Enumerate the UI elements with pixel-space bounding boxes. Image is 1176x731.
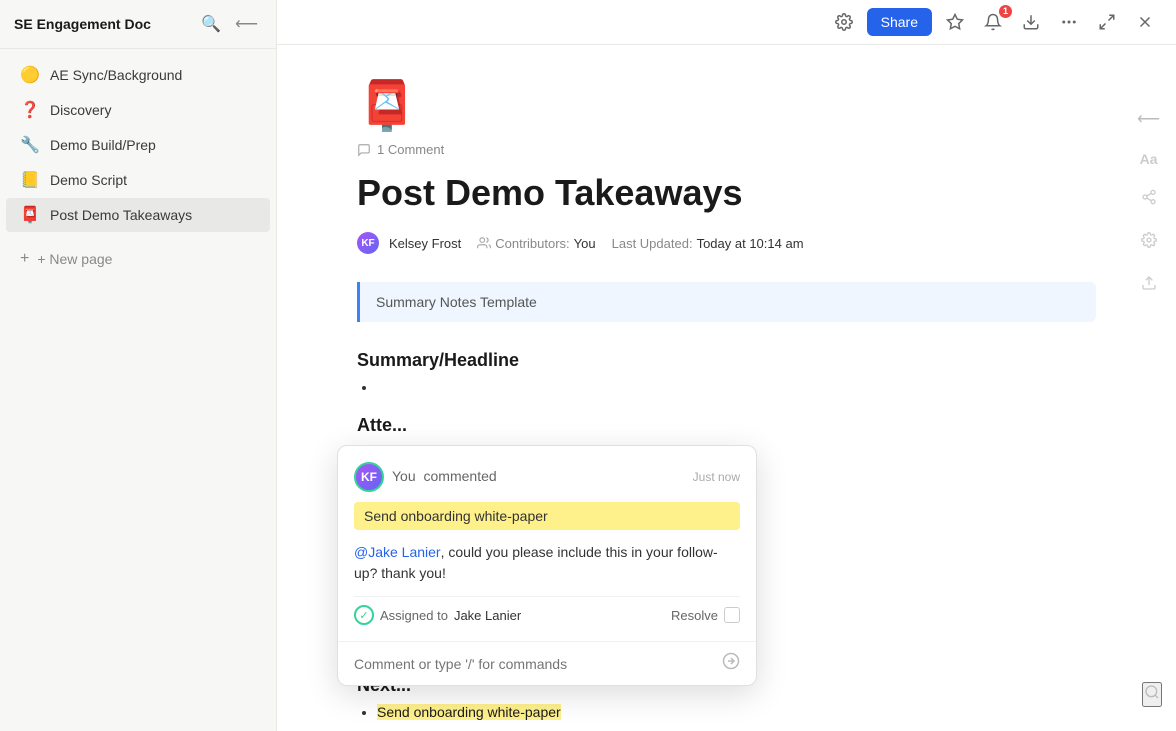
settings-right-button[interactable]	[1133, 228, 1164, 257]
assigned-label: Assigned to	[380, 608, 448, 623]
bullet-item-next: Send onboarding white-paper	[377, 704, 1096, 720]
post-demo-icon: 📮	[20, 205, 40, 225]
search-button[interactable]: 🔍	[197, 12, 225, 36]
comment-highlighted-text: Send onboarding white-paper	[354, 502, 740, 530]
resolve-button[interactable]: Resolve	[671, 607, 740, 623]
resolve-label: Resolve	[671, 608, 718, 623]
comment-username-block: You commented	[392, 468, 497, 486]
comment-username: You commented	[392, 468, 497, 484]
comment-count-text: 1 Comment	[377, 142, 444, 157]
sidebar-item-label: AE Sync/Background	[50, 67, 182, 83]
sidebar-item-label: Demo Build/Prep	[50, 137, 156, 153]
collapse-right-button[interactable]: ⟵	[1133, 105, 1164, 133]
demo-build-icon: 🔧	[20, 135, 40, 155]
topbar: Share 1	[277, 0, 1176, 45]
sidebar-item-label: Demo Script	[50, 172, 127, 188]
assigned-person: Jake Lanier	[454, 608, 521, 623]
section-heading-attendees: Atte...	[357, 415, 1096, 436]
comment-action-text: commented	[424, 468, 497, 484]
author-block: KF Kelsey Frost	[357, 232, 461, 254]
meta-row: KF Kelsey Frost Contributors: You Last U…	[357, 232, 1096, 254]
resolve-checkbox[interactable]	[724, 607, 740, 623]
comment-user-row: KF You commented	[354, 462, 497, 492]
share-right-button[interactable]	[1133, 185, 1164, 214]
close-button[interactable]	[1130, 9, 1160, 35]
sidebar-header-icons: 🔍 ⟵	[197, 12, 262, 36]
new-page-plus-icon: +	[20, 250, 29, 268]
sidebar-item-demo-build[interactable]: 🔧 Demo Build/Prep	[6, 128, 270, 162]
comment-count: 1 Comment	[357, 142, 1096, 157]
last-updated-value: Today at 10:14 am	[697, 236, 804, 251]
favorite-button[interactable]	[940, 9, 970, 35]
comment-popup-body: KF You commented Just now Send onboardin…	[338, 446, 756, 641]
contributors-value: You	[574, 236, 596, 251]
comment-header: KF You commented Just now	[354, 462, 740, 492]
page-emoji: 📮	[357, 77, 1096, 134]
comment-avatar: KF	[354, 462, 384, 492]
comment-assigned-row: ✓ Assigned to Jake Lanier Resolve	[354, 596, 740, 625]
more-options-button[interactable]	[1054, 9, 1084, 35]
last-updated-label: Last Updated:	[612, 236, 693, 251]
demo-script-icon: 📒	[20, 170, 40, 190]
comment-input-row	[338, 641, 756, 685]
assigned-left: ✓ Assigned to Jake Lanier	[354, 605, 521, 625]
expand-button[interactable]	[1092, 9, 1122, 35]
section-summary: Summary/Headline	[357, 350, 1096, 395]
discovery-icon: ❓	[20, 100, 40, 120]
sidebar-item-demo-script[interactable]: 📒 Demo Script	[6, 163, 270, 197]
page-title: Post Demo Takeaways	[357, 171, 1096, 214]
highlighted-next-item: Send onboarding white-paper	[377, 704, 561, 720]
last-updated-block: Last Updated: Today at 10:14 am	[612, 236, 804, 251]
font-size-button[interactable]: Aa	[1133, 147, 1164, 171]
bottom-search-button[interactable]	[1142, 682, 1162, 707]
assigned-check-icon: ✓	[354, 605, 374, 625]
comment-timestamp: Just now	[693, 470, 740, 484]
author-name: Kelsey Frost	[389, 236, 461, 251]
ae-sync-icon: 🟡	[20, 65, 40, 85]
main-content: Share 1 ⟵ Aa	[277, 0, 1176, 731]
comment-username-text: You	[392, 468, 416, 484]
comment-send-button[interactable]	[722, 652, 740, 675]
sidebar: SE Engagement Doc 🔍 ⟵ 🟡 AE Sync/Backgrou…	[0, 0, 277, 731]
notification-count: 1	[999, 5, 1012, 18]
notification-badge[interactable]: 1	[978, 9, 1008, 35]
comment-input[interactable]	[354, 656, 714, 672]
sidebar-header: SE Engagement Doc 🔍 ⟵	[0, 0, 276, 49]
nav-items: 🟡 AE Sync/Background ❓ Discovery 🔧 Demo …	[0, 49, 276, 241]
sidebar-title: SE Engagement Doc	[14, 16, 151, 32]
share-button[interactable]: Share	[867, 8, 932, 36]
sidebar-item-post-demo[interactable]: 📮 Post Demo Takeaways	[6, 198, 270, 232]
sidebar-item-ae-sync[interactable]: 🟡 AE Sync/Background	[6, 58, 270, 92]
bullet-item	[377, 379, 1096, 395]
comment-body: @Jake Lanier, could you please include t…	[354, 542, 740, 584]
contributors-label: Contributors:	[495, 236, 569, 251]
new-page-label: + New page	[37, 251, 112, 267]
comment-mention: @Jake Lanier	[354, 544, 441, 560]
new-page-button[interactable]: + + New page	[6, 243, 270, 275]
content-area: ⟵ Aa 📮 1 Comment Post Demo Takeaways KF	[277, 45, 1176, 731]
export-button[interactable]	[1016, 9, 1046, 35]
contributors-block: Contributors: You	[477, 236, 595, 251]
sidebar-item-discovery[interactable]: ❓ Discovery	[6, 93, 270, 127]
collapse-sidebar-button[interactable]: ⟵	[231, 12, 262, 36]
summary-block: Summary Notes Template	[357, 282, 1096, 322]
section-heading-summary: Summary/Headline	[357, 350, 1096, 371]
author-avatar: KF	[357, 232, 379, 254]
sidebar-item-label: Discovery	[50, 102, 111, 118]
upload-right-button[interactable]	[1133, 271, 1164, 300]
sidebar-item-label: Post Demo Takeaways	[50, 207, 192, 223]
comment-popup: KF You commented Just now Send onboardin…	[337, 445, 757, 686]
right-toolbar: ⟵ Aa	[1133, 105, 1164, 300]
settings-icon-button[interactable]	[829, 9, 859, 35]
